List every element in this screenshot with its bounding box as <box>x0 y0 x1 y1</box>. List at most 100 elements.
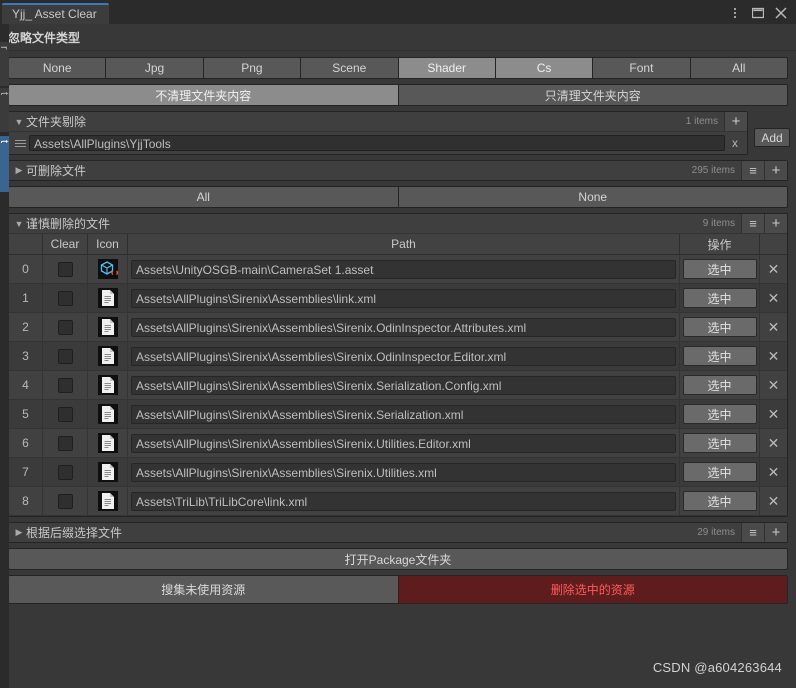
remove-row-icon[interactable]: ✕ <box>768 290 780 307</box>
collect-unused-assets-button[interactable]: 搜集未使用资源 <box>9 576 399 603</box>
side-tab-2[interactable]: t <box>0 88 9 132</box>
deletable-files-add-icon[interactable]: + <box>764 161 787 180</box>
select-all-button[interactable]: All <box>9 187 399 207</box>
maximize-icon[interactable] <box>751 6 765 20</box>
select-row-button[interactable]: 选中 <box>682 433 757 453</box>
select-row-button[interactable]: 选中 <box>682 288 757 308</box>
remove-row-icon[interactable]: ✕ <box>768 377 780 394</box>
select-row-button[interactable]: 选中 <box>682 375 757 395</box>
clear-checkbox[interactable] <box>57 435 73 451</box>
add-button[interactable]: Add <box>754 128 790 147</box>
clear-checkbox[interactable] <box>57 493 73 509</box>
select-row-button[interactable]: 选中 <box>682 462 757 482</box>
suffix-select-list-icon[interactable]: ≡ <box>741 523 764 542</box>
text-document-icon <box>97 375 118 395</box>
ignore-type-jpg[interactable]: Jpg <box>106 58 204 78</box>
row-path-input[interactable]: Assets\AllPlugins\Sirenix\Assemblies\lin… <box>131 288 676 308</box>
column-header-index <box>9 234 43 254</box>
careful-delete-table: Clear Icon Path 操作 0 Assets\UnityOSGB-ma… <box>9 233 787 516</box>
chevron-right-icon[interactable]: ▶ <box>13 165 25 176</box>
ignore-type-none-label: None <box>42 61 72 75</box>
asset-clear-window: Yjj_ Asset Clear r t t 忽略文件类型 None Jpg P… <box>0 0 796 688</box>
folder-exclude-add-icon[interactable]: + <box>724 112 747 131</box>
side-tab-1[interactable]: r <box>0 42 9 86</box>
clear-checkbox[interactable] <box>57 290 73 306</box>
deletable-files-header[interactable]: ▶ 可删除文件 295 items ≡ + <box>9 161 787 180</box>
table-row[interactable]: 8 Assets\TriLib\TriLibCore\link.xml 选中 ✕ <box>9 486 787 516</box>
select-row-button[interactable]: 选中 <box>682 404 757 424</box>
clear-checkbox[interactable] <box>57 319 73 335</box>
kebab-menu-icon[interactable] <box>728 6 742 20</box>
remove-row-icon[interactable]: ✕ <box>768 435 780 452</box>
remove-row-icon[interactable]: ✕ <box>768 348 780 365</box>
table-row[interactable]: 6 Assets\AllPlugins\Sirenix\Assemblies\S… <box>9 428 787 458</box>
row-path-input[interactable]: Assets\AllPlugins\Sirenix\Assemblies\Sir… <box>131 462 676 482</box>
clear-checkbox[interactable] <box>57 348 73 364</box>
remove-row-icon[interactable]: ✕ <box>768 319 780 336</box>
table-row[interactable]: 5 Assets\AllPlugins\Sirenix\Assemblies\S… <box>9 399 787 429</box>
chevron-down-icon[interactable]: ▼ <box>13 219 25 229</box>
select-none-button[interactable]: None <box>398 187 787 207</box>
ignore-type-scene[interactable]: Scene <box>301 58 399 78</box>
drag-handle-icon[interactable] <box>11 139 29 147</box>
row-path-input[interactable]: Assets\AllPlugins\Sirenix\Assemblies\Sir… <box>131 375 676 395</box>
ignore-type-shader[interactable]: Shader <box>398 58 496 78</box>
clear-checkbox[interactable] <box>57 406 73 422</box>
row-path-input[interactable]: Assets\UnityOSGB-main\CameraSet 1.asset <box>131 259 676 279</box>
side-tab-3-selected[interactable]: t <box>0 136 9 192</box>
ignore-type-all[interactable]: All <box>690 58 787 78</box>
ignore-type-cs[interactable]: Cs <box>495 58 594 78</box>
row-path-input[interactable]: Assets\TriLib\TriLibCore\link.xml <box>131 491 676 511</box>
scriptable-object-asset-icon <box>97 259 118 279</box>
table-row[interactable]: 7 Assets\AllPlugins\Sirenix\Assemblies\S… <box>9 457 787 487</box>
remove-row-icon[interactable]: ✕ <box>768 464 780 481</box>
select-all-none-control: All None <box>8 186 788 208</box>
careful-delete-list-icon[interactable]: ≡ <box>741 214 764 233</box>
ignore-type-font[interactable]: Font <box>593 58 691 78</box>
ignore-type-png[interactable]: Png <box>203 58 302 78</box>
table-row[interactable]: 0 Assets\UnityOSGB-main\CameraSet 1.asse… <box>9 254 787 284</box>
clear-checkbox[interactable] <box>57 261 73 277</box>
select-row-button[interactable]: 选中 <box>682 346 757 366</box>
row-path-cell: Assets\AllPlugins\Sirenix\Assemblies\Sir… <box>128 457 680 487</box>
select-row-button[interactable]: 选中 <box>682 491 757 511</box>
row-path-input[interactable]: Assets\AllPlugins\Sirenix\Assemblies\Sir… <box>131 433 676 453</box>
ignore-type-none[interactable]: None <box>9 58 107 78</box>
row-path-input[interactable]: Assets\AllPlugins\Sirenix\Assemblies\Sir… <box>131 346 676 366</box>
select-row-button[interactable]: 选中 <box>682 317 757 337</box>
select-row-button[interactable]: 选中 <box>682 259 757 279</box>
chevron-right-icon[interactable]: ▶ <box>13 527 25 538</box>
column-header-action: 操作 <box>680 234 760 254</box>
row-path-input[interactable]: Assets\AllPlugins\Sirenix\Assemblies\Sir… <box>131 404 676 424</box>
remove-row-icon[interactable]: ✕ <box>768 261 780 278</box>
close-icon[interactable] <box>774 6 788 20</box>
row-index: 0 <box>9 254 43 284</box>
chevron-down-icon[interactable]: ▼ <box>13 117 25 127</box>
table-row[interactable]: 3 Assets\AllPlugins\Sirenix\Assemblies\S… <box>9 341 787 371</box>
careful-delete-add-icon[interactable]: + <box>764 214 787 233</box>
row-path-input[interactable]: Assets\AllPlugins\Sirenix\Assemblies\Sir… <box>131 317 676 337</box>
suffix-select-add-icon[interactable]: + <box>764 523 787 542</box>
remove-row-icon[interactable]: ✕ <box>768 406 780 423</box>
mode-no-clean-folder-content[interactable]: 不清理文件夹内容 <box>9 85 399 105</box>
tab-yjj-asset-clear[interactable]: Yjj_ Asset Clear <box>2 3 109 24</box>
careful-delete-header[interactable]: ▼ 谨慎删除的文件 9 items ≡ + <box>9 214 787 233</box>
folder-exclude-remove-icon[interactable]: x <box>725 136 745 150</box>
clear-checkbox[interactable] <box>57 464 73 480</box>
clear-checkbox[interactable] <box>57 377 73 393</box>
remove-row-icon[interactable]: ✕ <box>768 493 780 510</box>
table-row[interactable]: 1 Assets\AllPlugins\Sirenix\Assemblies\l… <box>9 283 787 313</box>
deletable-files-list-icon[interactable]: ≡ <box>741 161 764 180</box>
folder-exclude-path-input[interactable]: Assets\AllPlugins\YjjTools <box>29 135 725 151</box>
open-package-folder-button[interactable]: 打开Package文件夹 <box>8 548 788 570</box>
table-row[interactable]: 4 Assets\AllPlugins\Sirenix\Assemblies\S… <box>9 370 787 400</box>
table-row[interactable]: 2 Assets\AllPlugins\Sirenix\Assemblies\S… <box>9 312 787 342</box>
row-icon-cell <box>88 370 128 400</box>
delete-selected-assets-button[interactable]: 删除选中的资源 <box>398 576 787 603</box>
suffix-select-header[interactable]: ▶ 根据后缀选择文件 29 items ≡ + <box>9 523 787 542</box>
deletable-files-title: 可删除文件 <box>26 164 87 178</box>
row-index: 5 <box>9 399 43 429</box>
careful-delete-group: ▼ 谨慎删除的文件 9 items ≡ + Clear Icon Path 操作… <box>8 213 788 517</box>
mode-only-clean-folder-content[interactable]: 只清理文件夹内容 <box>398 85 787 105</box>
folder-exclude-header[interactable]: ▼ 文件夹剔除 1 items + <box>9 112 747 131</box>
